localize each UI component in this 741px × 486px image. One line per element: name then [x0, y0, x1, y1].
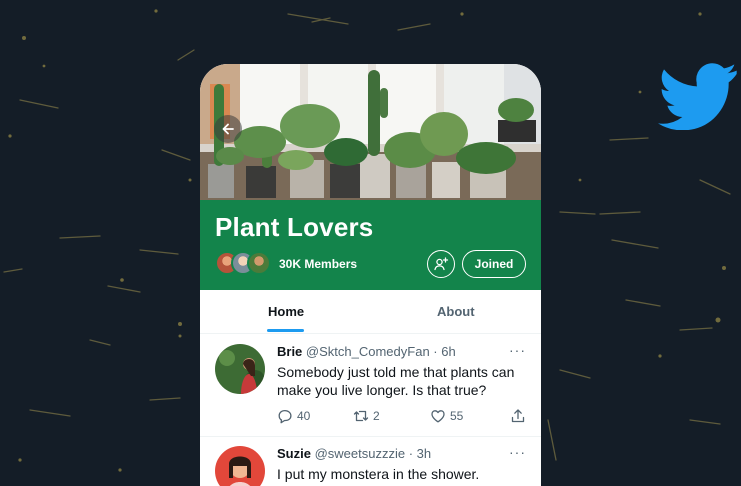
author-handle[interactable]: @sweetsuzzzie · 3h — [315, 446, 432, 461]
retweet-icon — [353, 410, 369, 422]
tweet[interactable]: Brie @Sktch_ComedyFan · 6h ··· Somebody … — [200, 336, 541, 437]
avatar[interactable] — [215, 344, 265, 394]
tweet-text: Somebody just told me that plants can ma… — [277, 364, 515, 398]
tweet-text: I put my monstera in the shower. — [277, 466, 480, 482]
community-header: Plant Lovers 30K Members Joined — [200, 200, 541, 290]
tweet-header: Brie @Sktch_ComedyFan · 6h — [277, 344, 456, 359]
tweet-actions: 40 2 55 — [277, 408, 532, 426]
member-count[interactable]: 30K Members — [279, 257, 357, 271]
share-button[interactable] — [510, 408, 530, 424]
author-handle[interactable]: @Sktch_ComedyFan · 6h — [306, 344, 456, 359]
reply-count: 40 — [297, 409, 311, 423]
like-count: 55 — [450, 409, 464, 423]
back-button[interactable] — [214, 115, 242, 143]
like-button[interactable]: 55 — [430, 408, 463, 424]
member-avatar — [247, 251, 271, 275]
reply-button[interactable]: 40 — [277, 408, 310, 424]
avatar[interactable] — [215, 446, 265, 486]
more-options-button[interactable]: ··· — [509, 444, 526, 460]
arrow-left-icon — [222, 123, 234, 135]
joined-button[interactable]: Joined — [462, 250, 526, 278]
phone-screen: Plant Lovers 30K Members Joined Home Abo… — [200, 64, 541, 486]
add-person-icon — [434, 257, 449, 271]
twitter-bird-icon — [658, 63, 737, 130]
invite-member-button[interactable] — [427, 250, 455, 278]
community-banner-image — [200, 64, 541, 200]
tab-about[interactable]: About — [437, 304, 475, 319]
author-name[interactable]: Suzie — [277, 446, 311, 461]
share-icon — [511, 409, 525, 423]
retweet-button[interactable]: 2 — [353, 408, 380, 424]
tweet[interactable]: Suzie @sweetsuzzzie · 3h ··· I put my mo… — [200, 438, 541, 486]
reply-icon — [278, 409, 292, 424]
more-options-button[interactable]: ··· — [509, 342, 526, 358]
community-tabs: Home About — [200, 290, 541, 334]
heart-icon — [431, 410, 445, 423]
tweet-header: Suzie @sweetsuzzzie · 3h — [277, 446, 431, 461]
retweet-count: 2 — [373, 409, 380, 423]
community-title: Plant Lovers — [215, 212, 374, 242]
active-tab-indicator — [267, 329, 304, 332]
author-name[interactable]: Brie — [277, 344, 302, 359]
tab-home[interactable]: Home — [268, 304, 304, 319]
member-avatars[interactable] — [215, 251, 275, 275]
